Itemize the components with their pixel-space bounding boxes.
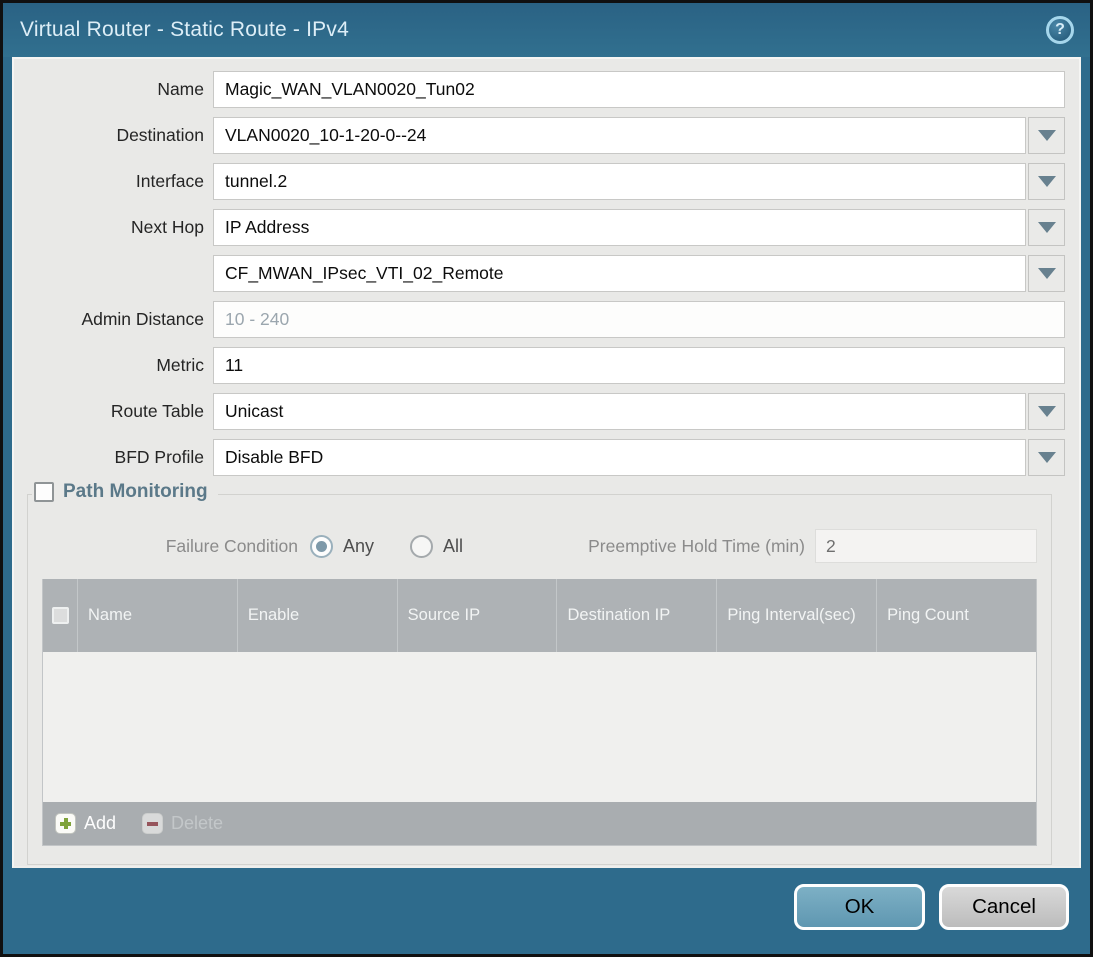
route-table-label: Route Table: [14, 401, 213, 422]
failure-condition-label: Failure Condition: [42, 536, 310, 557]
route-table-row: Route Table: [14, 393, 1065, 430]
path-monitoring-table: Name Enable Source IP Destination IP Pin…: [42, 579, 1037, 846]
destination-label: Destination: [14, 125, 213, 146]
add-button-label: Add: [84, 813, 116, 834]
next-hop-row: Next Hop: [14, 209, 1065, 246]
column-header-name[interactable]: Name: [77, 579, 237, 652]
chevron-down-icon: [1038, 222, 1056, 233]
column-header-enable[interactable]: Enable: [237, 579, 397, 652]
path-monitoring-title: Path Monitoring: [63, 481, 208, 503]
bfd-profile-dropdown-button[interactable]: [1028, 439, 1065, 476]
route-table-dropdown-button[interactable]: [1028, 393, 1065, 430]
chevron-down-icon: [1038, 452, 1056, 463]
admin-distance-label: Admin Distance: [14, 309, 213, 330]
destination-input[interactable]: [213, 117, 1026, 154]
add-button[interactable]: Add: [55, 813, 116, 834]
interface-input[interactable]: [213, 163, 1026, 200]
bfd-profile-label: BFD Profile: [14, 447, 213, 468]
table-body-empty: [43, 652, 1036, 802]
route-table-input[interactable]: [213, 393, 1026, 430]
preemptive-hold-time-label: Preemptive Hold Time (min): [588, 536, 815, 557]
interface-dropdown-button[interactable]: [1028, 163, 1065, 200]
admin-distance-row: Admin Distance: [14, 301, 1065, 338]
column-header-ping-interval[interactable]: Ping Interval(sec): [716, 579, 876, 652]
next-hop-address-dropdown-button[interactable]: [1028, 255, 1065, 292]
metric-row: Metric: [14, 347, 1065, 384]
ok-button[interactable]: OK: [794, 884, 925, 930]
metric-input[interactable]: [213, 347, 1065, 384]
radio-all-icon[interactable]: [410, 535, 433, 558]
failure-condition-any[interactable]: Any: [310, 535, 374, 558]
table-header-row: Name Enable Source IP Destination IP Pin…: [43, 579, 1036, 652]
path-monitoring-section: Path Monitoring Failure Condition Any Al…: [27, 494, 1052, 865]
destination-dropdown-button[interactable]: [1028, 117, 1065, 154]
static-route-dialog: Virtual Router - Static Route - IPv4 ? N…: [0, 0, 1093, 957]
path-monitoring-legend: Path Monitoring: [32, 481, 218, 503]
next-hop-type-dropdown-button[interactable]: [1028, 209, 1065, 246]
failure-condition-all[interactable]: All: [410, 535, 463, 558]
next-hop-label: Next Hop: [14, 217, 213, 238]
delete-button[interactable]: Delete: [142, 813, 223, 834]
column-header-source-ip[interactable]: Source IP: [397, 579, 557, 652]
table-toolbar: Add Delete: [43, 802, 1036, 845]
select-all-checkbox[interactable]: [52, 607, 69, 624]
preemptive-hold-time-input[interactable]: [815, 529, 1037, 563]
chevron-down-icon: [1038, 406, 1056, 417]
column-header-ping-count[interactable]: Ping Count: [876, 579, 1036, 652]
admin-distance-input[interactable]: [213, 301, 1065, 338]
radio-all-label: All: [443, 536, 463, 557]
destination-row: Destination: [14, 117, 1065, 154]
name-input[interactable]: [213, 71, 1065, 108]
next-hop-type-input[interactable]: [213, 209, 1026, 246]
radio-dot: [316, 541, 327, 552]
radio-any-icon[interactable]: [310, 535, 333, 558]
minus-icon: [142, 813, 163, 834]
failure-condition-row: Failure Condition Any All Preemptive Hol…: [42, 527, 1037, 565]
dialog-content: Name Destination Interface Next Hop: [12, 57, 1081, 868]
delete-button-label: Delete: [171, 813, 223, 834]
dialog-footer: OK Cancel: [3, 868, 1090, 954]
radio-dot: [416, 541, 427, 552]
next-hop-address-input[interactable]: [213, 255, 1026, 292]
dialog-titlebar: Virtual Router - Static Route - IPv4 ?: [3, 3, 1090, 57]
path-monitoring-checkbox[interactable]: [34, 482, 54, 502]
dialog-title: Virtual Router - Static Route - IPv4: [20, 18, 349, 42]
cancel-button[interactable]: Cancel: [939, 884, 1069, 930]
interface-label: Interface: [14, 171, 213, 192]
chevron-down-icon: [1038, 130, 1056, 141]
select-all-cell: [43, 579, 77, 652]
help-icon[interactable]: ?: [1046, 16, 1074, 44]
bfd-profile-input[interactable]: [213, 439, 1026, 476]
name-row: Name: [14, 71, 1065, 108]
bfd-profile-row: BFD Profile: [14, 439, 1065, 476]
plus-icon: [55, 813, 76, 834]
next-hop-address-row: [14, 255, 1065, 292]
chevron-down-icon: [1038, 268, 1056, 279]
interface-row: Interface: [14, 163, 1065, 200]
metric-label: Metric: [14, 355, 213, 376]
radio-any-label: Any: [343, 536, 374, 557]
preemptive-hold-time-group: Preemptive Hold Time (min): [588, 529, 1037, 563]
chevron-down-icon: [1038, 176, 1056, 187]
name-label: Name: [14, 79, 213, 100]
column-header-destination-ip[interactable]: Destination IP: [556, 579, 716, 652]
